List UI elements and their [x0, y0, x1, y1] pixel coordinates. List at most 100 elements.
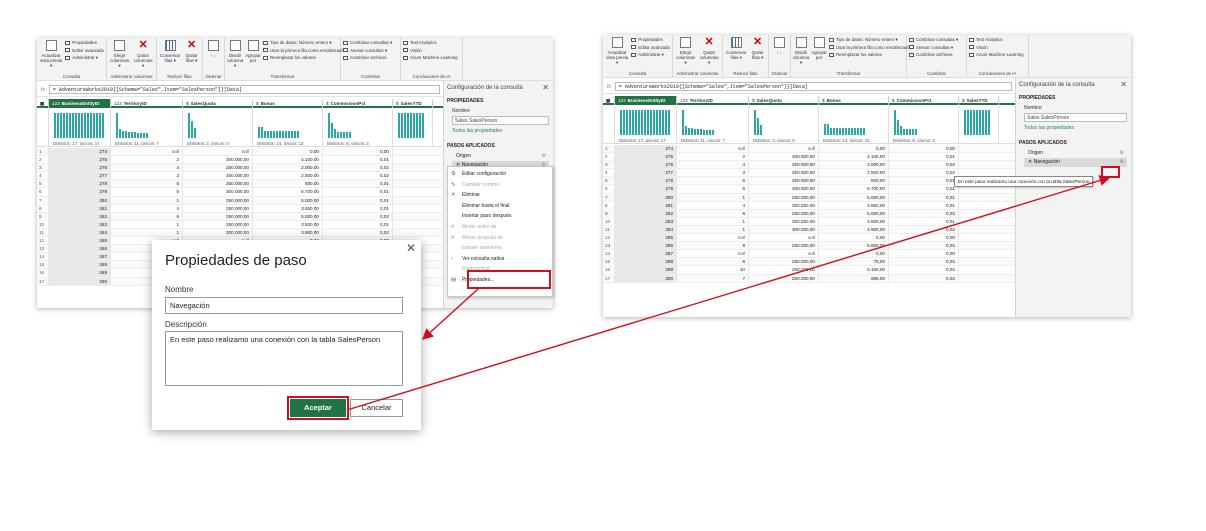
- column-header[interactable]: $ SalesYTD: [959, 96, 999, 105]
- column-header[interactable]: $ SalesYTD: [393, 99, 433, 108]
- ribbon-small-button[interactable]: Propiedades: [65, 40, 104, 46]
- ribbon-small-button[interactable]: Azure Machine Learning: [403, 55, 458, 61]
- table-row[interactable]: 8 281 4 250.000,00 3.550,00 0,01: [37, 204, 443, 213]
- column-header[interactable]: 123 TerritoryID: [111, 99, 183, 108]
- context-menu-item[interactable]: ˄ Mover antes de: [448, 222, 552, 233]
- ribbon-small-button[interactable]: Editor avanzado: [631, 45, 670, 51]
- table-row[interactable]: 8 281 4 250.000,00 3.550,00 0,01: [603, 201, 1015, 210]
- ribbon-small-button[interactable]: Tipo de datos: Número entero ▾: [263, 40, 347, 46]
- ribbon-button[interactable]: Actualizar vista previa ▾: [39, 40, 63, 69]
- description-field[interactable]: En este paso realizamo una conexión con …: [165, 331, 403, 386]
- ribbon-button[interactable]: ✕ Quitar columnas ▾: [132, 40, 154, 69]
- column-header[interactable]: 123 BusinessEntityID: [615, 96, 677, 105]
- ribbon-small-button[interactable]: Text Analytics: [403, 40, 458, 46]
- table-row[interactable]: 14287nullnull0,000,00: [603, 250, 1015, 259]
- table-row[interactable]: 172907250.000,00985,000,02: [603, 274, 1015, 283]
- formula-input[interactable]: = AdventureWorks2019{[Schema="Sales",Ite…: [614, 82, 1012, 91]
- ribbon-button[interactable]: Elegir columnas ▾: [675, 37, 696, 66]
- column-header[interactable]: $ CommissionPct: [889, 96, 959, 105]
- context-menu-item[interactable]: ▫ Ver consulta nativa: [448, 254, 552, 265]
- table-row[interactable]: 7 280 1 250.000,00 5.000,00 0,01: [603, 193, 1015, 202]
- ribbon-small-button[interactable]: Text Analytics: [969, 37, 1024, 43]
- ribbon-small-button[interactable]: Visión: [403, 48, 458, 54]
- table-row[interactable]: 152888250.000,0075,000,02: [603, 258, 1015, 267]
- table-row[interactable]: 10 283 1 250.000,00 3.500,00 0,01: [603, 217, 1015, 226]
- column-header[interactable]: $ Bonus: [819, 96, 889, 105]
- ribbon-small-button[interactable]: Combinar consultas ▾: [343, 40, 392, 46]
- all-properties-link[interactable]: Todas las propiedades: [444, 128, 553, 134]
- gear-icon[interactable]: ⚙: [1120, 158, 1124, 167]
- ribbon-button[interactable]: Actualizar vista previa ▾: [605, 37, 629, 66]
- table-row[interactable]: 12285nullnull0,000,00: [603, 234, 1015, 243]
- table-row[interactable]: 6 279 5 300.000,00 6.700,00 0,01: [37, 188, 443, 197]
- ribbon-button[interactable]: ✕ Quitar filas ▾: [183, 40, 200, 64]
- ribbon-small-button[interactable]: Propiedades: [631, 37, 670, 43]
- cancel-button[interactable]: Cancelar: [350, 399, 403, 417]
- ribbon-small-button[interactable]: Combinar archivos: [909, 52, 958, 58]
- table-row[interactable]: 4 277 3 250.000,00 2.500,00 0,02: [37, 172, 443, 181]
- table-row[interactable]: 9 282 6 250.000,00 5.000,00 0,02: [37, 212, 443, 221]
- name-field[interactable]: Navegación: [165, 297, 403, 314]
- context-menu-item[interactable]: Extraer anteriores: [448, 243, 552, 254]
- accept-button[interactable]: Aceptar: [290, 399, 346, 417]
- ribbon-small-button[interactable]: Administrar ▾: [65, 55, 104, 61]
- table-row[interactable]: 7 280 1 250.000,00 5.000,00 0,01: [37, 196, 443, 205]
- query-name-field[interactable]: Sales SalesPerson: [452, 116, 549, 125]
- table-row[interactable]: 132869250.000,005.650,000,02: [603, 242, 1015, 251]
- ribbon-small-button[interactable]: Combinar archivos: [343, 55, 392, 61]
- context-menu-item[interactable]: ⚙ Editar configuración: [448, 169, 552, 180]
- table-row[interactable]: 11 284 1 300.000,00 3.900,00 0,02: [603, 225, 1015, 235]
- table-icon[interactable]: ▦: [37, 99, 49, 108]
- table-row[interactable]: 1628910250.000,005.150,000,02: [603, 266, 1015, 275]
- table-row[interactable]: 11 284 1 300.000,00 3.900,00 0,02: [37, 228, 443, 238]
- column-header[interactable]: 123 BusinessEntityID: [49, 99, 111, 108]
- close-icon[interactable]: ✕: [542, 81, 549, 95]
- applied-step[interactable]: Origen ⚙: [1024, 149, 1127, 158]
- table-row[interactable]: 9 282 6 250.000,00 5.000,00 0,02: [603, 209, 1015, 218]
- ribbon-button[interactable]: Dividir columna ▾: [793, 37, 809, 66]
- ribbon-button[interactable]: Agrupar por: [811, 37, 827, 60]
- table-icon[interactable]: ▦: [603, 96, 615, 105]
- table-row[interactable]: 3 276 4 250.000,00 2.000,00 0,02: [37, 164, 443, 173]
- context-menu-item[interactable]: ˅ Mover después de: [448, 233, 552, 244]
- ribbon-small-button[interactable]: Tipo de datos: Número entero ▾: [829, 37, 913, 43]
- table-row[interactable]: 5 278 6 250.000,00 500,00 0,01: [37, 180, 443, 189]
- ribbon-small-button[interactable]: Reemplazar los valores: [263, 55, 347, 61]
- ribbon-button[interactable]: Conservar filas ▾: [725, 37, 747, 60]
- close-icon[interactable]: ✕: [1120, 78, 1127, 92]
- ribbon-small-button[interactable]: Visión: [969, 45, 1024, 51]
- ribbon-small-button[interactable]: Editor avanzado: [65, 48, 104, 54]
- formula-input[interactable]: = AdventureWorks2019{[Schema="Sales",Ite…: [48, 85, 440, 94]
- ribbon-button[interactable]: Agrupar por: [245, 40, 261, 63]
- table-row[interactable]: 1 274 null null 0,00 0,00: [603, 145, 1015, 154]
- table-row[interactable]: 10 283 1 250.000,00 3.500,00 0,01: [37, 220, 443, 229]
- all-properties-link[interactable]: Todas las propiedades: [1016, 125, 1131, 131]
- gear-icon[interactable]: ⚙: [1120, 149, 1124, 158]
- close-icon[interactable]: ✕: [406, 241, 416, 255]
- ribbon-small-button[interactable]: Usar la primera fila como encabezado ▾: [829, 45, 913, 51]
- query-name-field[interactable]: Sales SalesPerson: [1024, 113, 1127, 122]
- ribbon-small-button[interactable]: Combinar consultas ▾: [909, 37, 958, 43]
- gear-icon[interactable]: ⚙: [542, 152, 546, 161]
- column-header[interactable]: $ Bonus: [253, 99, 323, 108]
- ribbon-button[interactable]: ↑↓: [205, 40, 221, 58]
- context-menu-item[interactable]: Eliminar hasta el final: [448, 201, 552, 212]
- applied-step[interactable]: Origen ⚙: [452, 152, 549, 161]
- ribbon-button[interactable]: ↑↓: [771, 37, 787, 55]
- ribbon-small-button[interactable]: Reemplazar los valores: [829, 52, 913, 58]
- ribbon-button[interactable]: Conservar filas ▾: [159, 40, 181, 63]
- column-header[interactable]: $ SalesQuota: [183, 99, 253, 108]
- ribbon-button[interactable]: ✕ Quitar filas ▾: [749, 37, 766, 61]
- context-menu-item[interactable]: ✎ Cambiar nombre: [448, 180, 552, 191]
- ribbon-small-button[interactable]: Anexar consultas ▾: [909, 45, 958, 51]
- ribbon-small-button[interactable]: Usar la primera fila como encabezado ▾: [263, 48, 347, 54]
- column-header[interactable]: 123 TerritoryID: [677, 96, 749, 105]
- ribbon-small-button[interactable]: Azure Machine Learning: [969, 52, 1024, 58]
- table-row[interactable]: 3 276 4 250.000,00 2.000,00 0,02: [603, 161, 1015, 170]
- ribbon-small-button[interactable]: Anexar consultas ▾: [343, 48, 392, 54]
- column-header[interactable]: $ SalesQuota: [749, 96, 819, 105]
- table-row[interactable]: 2 275 2 300.000,00 4.100,00 0,01: [603, 153, 1015, 162]
- ribbon-button[interactable]: Dividir columna ▾: [227, 40, 243, 69]
- context-menu-item[interactable]: Insertar paso después: [448, 211, 552, 222]
- context-menu-item[interactable]: ✕ Eliminar: [448, 190, 552, 201]
